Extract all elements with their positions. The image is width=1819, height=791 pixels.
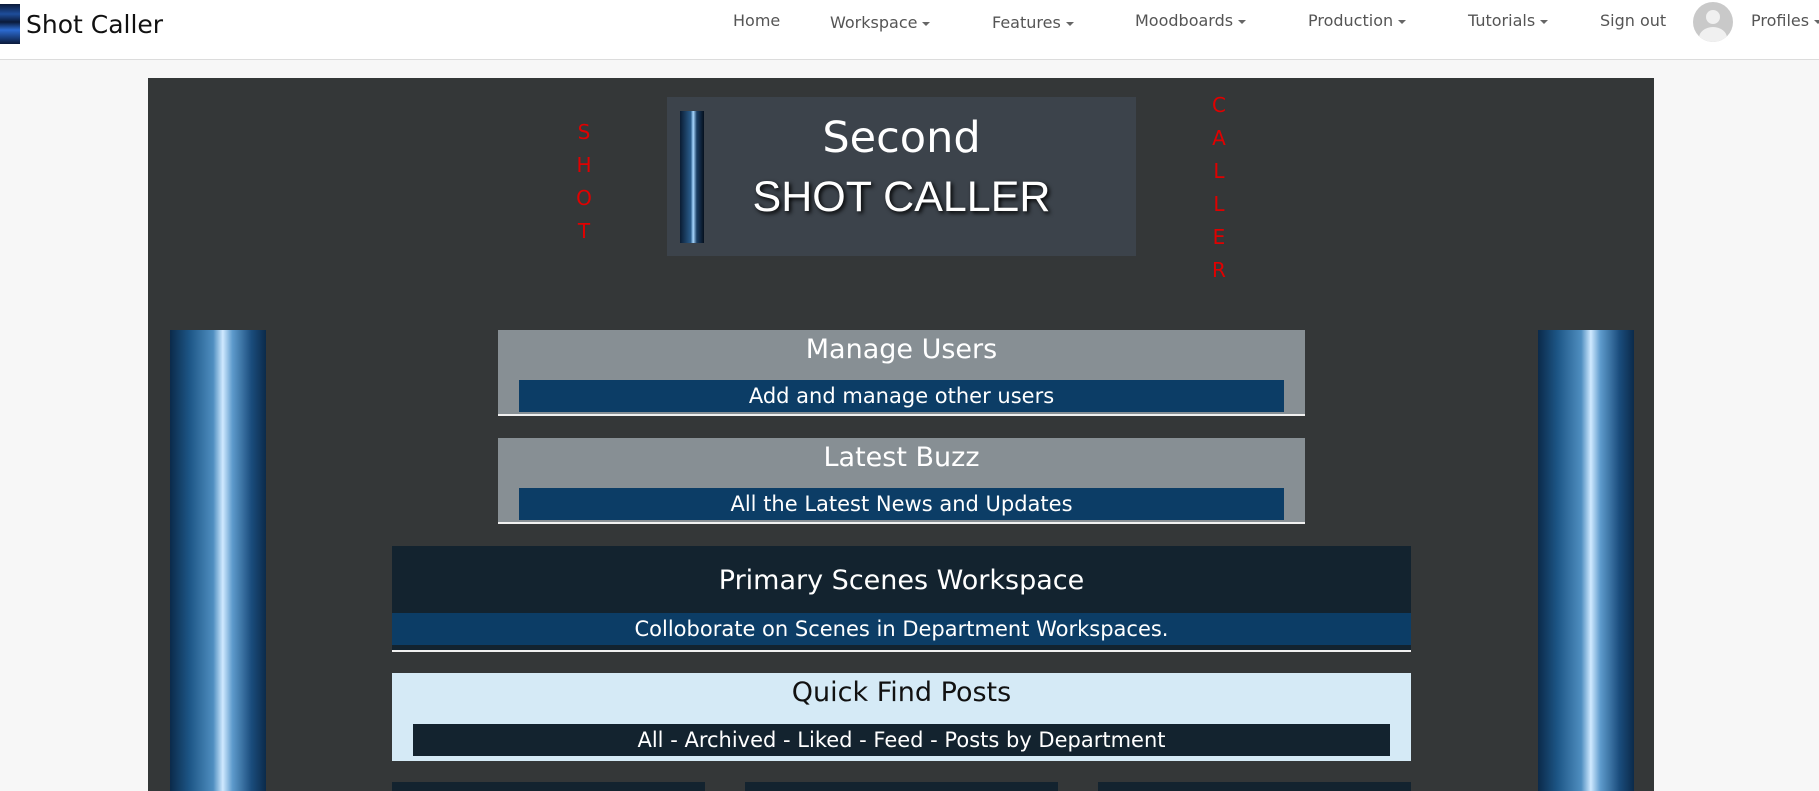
chevron-down-icon: [1398, 19, 1407, 24]
vertical-letter: C: [1212, 93, 1226, 117]
top-navbar: Shot Caller Home Workspace Features Mood…: [0, 0, 1819, 60]
chevron-down-icon: [1814, 19, 1819, 24]
nav-tutorials[interactable]: Tutorials: [1468, 11, 1549, 30]
vertical-letter: A: [1212, 126, 1226, 150]
vertical-letter: L: [1213, 192, 1225, 216]
card-title: Quick Find Posts: [791, 677, 1012, 708]
vertical-text-shot: SHOT: [572, 116, 596, 248]
primary-scenes-workspace-card[interactable]: Primary Scenes Workspace Colloborate on …: [392, 546, 1411, 652]
latest-buzz-card[interactable]: Latest Buzz All the Latest News and Upda…: [498, 438, 1305, 524]
brand-name: Shot Caller: [26, 9, 164, 39]
card-subtitle: Add and manage other users: [519, 380, 1284, 412]
nav-moodboards[interactable]: Moodboards: [1135, 11, 1247, 30]
vertical-letter: E: [1212, 225, 1226, 249]
card-title: Manage Users: [805, 334, 998, 365]
card-subtitle: All - Archived - Liked - Feed - Posts by…: [413, 724, 1390, 756]
nav-profiles[interactable]: Profiles: [1751, 11, 1819, 30]
vertical-letter: O: [576, 186, 592, 210]
avatar-body: [1699, 27, 1727, 42]
vertical-letter: R: [1212, 258, 1226, 282]
brand-logo-icon: [0, 4, 20, 44]
vertical-letter: T: [577, 219, 591, 243]
bottom-card-1[interactable]: [392, 782, 705, 791]
left-door-image: [170, 330, 266, 791]
user-avatar-icon[interactable]: [1693, 2, 1733, 42]
chevron-down-icon: [1065, 21, 1074, 26]
nav-features[interactable]: Features: [992, 13, 1074, 32]
title-banner: Second SHOT CALLER: [667, 97, 1136, 256]
vertical-letter: S: [577, 120, 591, 144]
vertical-letter: H: [576, 153, 592, 177]
nav-home[interactable]: Home: [733, 11, 780, 30]
card-subtitle: All the Latest News and Updates: [519, 488, 1284, 520]
nav-production[interactable]: Production: [1308, 11, 1407, 30]
main-panel: SHOT CALLER Second SHOT CALLER Manage Us…: [148, 78, 1654, 791]
card-title: Primary Scenes Workspace: [718, 565, 1085, 596]
bottom-card-3[interactable]: [1098, 782, 1411, 791]
brand[interactable]: Shot Caller: [0, 4, 163, 44]
avatar-head: [1706, 10, 1720, 24]
chevron-down-icon: [1238, 19, 1247, 24]
manage-users-card[interactable]: Manage Users Add and manage other users: [498, 330, 1305, 416]
chevron-down-icon: [1540, 19, 1549, 24]
vertical-text-caller: CALLER: [1207, 89, 1231, 287]
vertical-letter: L: [1213, 159, 1225, 183]
bottom-card-2[interactable]: [745, 782, 1058, 791]
card-subtitle: Colloborate on Scenes in Department Work…: [392, 613, 1411, 645]
right-door-image: [1538, 330, 1634, 791]
nav-workspace[interactable]: Workspace: [830, 13, 931, 32]
card-title: Latest Buzz: [823, 442, 980, 473]
quick-find-posts-card[interactable]: Quick Find Posts All - Archived - Liked …: [392, 673, 1411, 761]
title-line-2: SHOT CALLER: [752, 173, 1051, 221]
nav-sign-out[interactable]: Sign out: [1600, 11, 1666, 30]
chevron-down-icon: [922, 21, 931, 26]
title-line-1: Second: [822, 113, 981, 163]
